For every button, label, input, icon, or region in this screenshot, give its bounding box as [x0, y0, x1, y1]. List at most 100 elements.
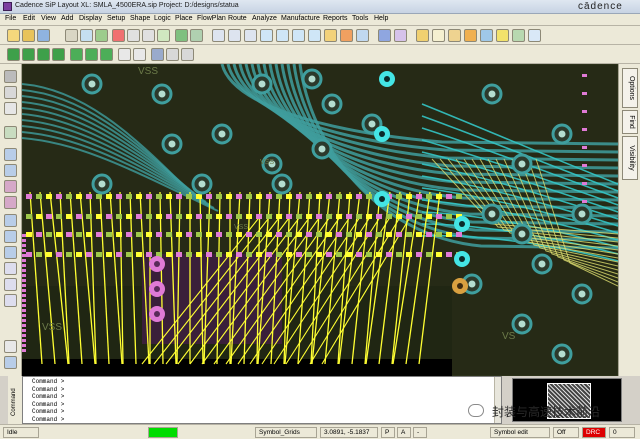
vertex-icon[interactable] — [70, 48, 83, 61]
menu-shape[interactable]: Shape — [130, 15, 150, 22]
pick-icon[interactable] — [157, 29, 170, 42]
menu-logic[interactable]: Logic — [154, 15, 171, 22]
layout-canvas[interactable]: VSS VSS VSS VSS VS — [22, 64, 618, 376]
menu-analyze[interactable]: Analyze — [252, 15, 277, 22]
bond-pad — [196, 194, 202, 199]
edge-pad — [22, 239, 26, 242]
menu-add[interactable]: Add — [61, 15, 73, 22]
delete-icon[interactable] — [112, 29, 125, 42]
tab-find[interactable]: Find — [622, 110, 638, 134]
menu-flowplan[interactable]: FlowPlan — [197, 15, 226, 22]
via-hole — [518, 160, 526, 168]
save-icon[interactable] — [37, 29, 50, 42]
menu-edit[interactable]: Edit — [23, 15, 35, 22]
text-icon[interactable] — [118, 48, 131, 61]
select-icon[interactable] — [4, 70, 17, 83]
move-icon[interactable] — [65, 29, 78, 42]
zoom-prev-icon[interactable] — [292, 29, 305, 42]
dimension-icon[interactable] — [151, 48, 164, 61]
menu-view[interactable]: View — [41, 15, 56, 22]
frame-icon[interactable] — [4, 356, 17, 369]
menu-file[interactable]: File — [5, 15, 16, 22]
menu-setup[interactable]: Setup — [107, 15, 125, 22]
layer-icon[interactable] — [378, 29, 391, 42]
menu-display[interactable]: Display — [79, 15, 102, 22]
via-icon[interactable] — [4, 180, 17, 193]
route-icon[interactable] — [4, 164, 17, 177]
fingers-icon[interactable] — [4, 246, 17, 259]
arc-icon[interactable] — [4, 126, 17, 139]
property-icon[interactable] — [480, 29, 493, 42]
pattern-icon[interactable] — [4, 278, 17, 291]
tab-visibility[interactable]: Visibility — [622, 136, 638, 180]
shape-icon[interactable] — [95, 29, 108, 42]
net-icon[interactable] — [4, 294, 17, 307]
bond-pad — [26, 214, 32, 219]
pin-icon[interactable] — [190, 29, 203, 42]
via-hole — [278, 180, 286, 188]
highlight-icon[interactable] — [416, 29, 429, 42]
die-icon[interactable] — [4, 214, 17, 227]
line-icon[interactable] — [133, 48, 146, 61]
menu-tools[interactable]: Tools — [352, 15, 368, 22]
open-folder-icon[interactable] — [22, 29, 35, 42]
measure-icon[interactable] — [448, 29, 461, 42]
zoom-out-icon[interactable] — [276, 29, 289, 42]
bond-pad — [146, 252, 152, 257]
polygon-icon[interactable] — [4, 102, 17, 115]
zoom-in-icon[interactable] — [260, 29, 273, 42]
shadow-icon[interactable] — [340, 29, 353, 42]
console-line: Command > — [32, 400, 65, 408]
slide-icon[interactable] — [22, 48, 35, 61]
copy-icon[interactable] — [80, 29, 93, 42]
bond-pad — [146, 214, 152, 219]
menu-reports[interactable]: Reports — [323, 15, 348, 22]
edge-pad — [22, 289, 26, 292]
pcb-layout[interactable]: VSS VSS VSS VSS VS — [22, 64, 618, 376]
bond-pad — [326, 232, 332, 237]
custom-smooth-icon[interactable] — [52, 48, 65, 61]
command-console[interactable]: Command > Command > Command > Command > … — [22, 376, 502, 424]
new-file-icon[interactable] — [7, 29, 20, 42]
bond-pad — [226, 232, 232, 237]
edge-pad — [22, 319, 26, 322]
window-icon[interactable] — [228, 29, 241, 42]
create-fanout-icon[interactable] — [85, 48, 98, 61]
redo-icon[interactable] — [142, 29, 155, 42]
status-state: Idle — [3, 427, 39, 438]
refresh-icon[interactable] — [324, 29, 337, 42]
menu-route[interactable]: Route — [228, 15, 247, 22]
add-connect-icon[interactable] — [7, 48, 20, 61]
zoom-fit-icon[interactable] — [244, 29, 257, 42]
snap-icon[interactable] — [175, 29, 188, 42]
menu-place[interactable]: Place — [175, 15, 193, 22]
grid-icon[interactable] — [212, 29, 225, 42]
bond-pad — [246, 194, 252, 199]
line-draw-icon[interactable] — [4, 340, 17, 353]
ring-icon[interactable] — [4, 262, 17, 275]
menu-manufacture[interactable]: Manufacture — [281, 15, 320, 22]
rect-icon[interactable] — [4, 86, 17, 99]
fix-icon[interactable] — [166, 48, 179, 61]
dehighlight-icon[interactable] — [432, 29, 445, 42]
drc-icon[interactable] — [464, 29, 477, 42]
cline-icon[interactable] — [4, 148, 17, 161]
bondwire-icon[interactable] — [4, 196, 17, 209]
color-icon[interactable] — [394, 29, 407, 42]
bga-icon[interactable] — [4, 230, 17, 243]
zoom-world-icon[interactable] — [308, 29, 321, 42]
report-icon[interactable] — [512, 29, 525, 42]
show-element-icon[interactable] — [496, 29, 509, 42]
via-hole — [308, 75, 316, 83]
undo-icon[interactable] — [127, 29, 140, 42]
delay-tune-icon[interactable] — [37, 48, 50, 61]
wirebond-icon[interactable] — [100, 48, 113, 61]
watermark: 封装与高速技术前沿 — [462, 400, 640, 422]
3d-view-icon[interactable] — [356, 29, 369, 42]
bond-pad — [256, 214, 262, 219]
bond-pad — [286, 252, 292, 257]
database-icon[interactable] — [528, 29, 541, 42]
unfix-icon[interactable] — [181, 48, 194, 61]
tab-options[interactable]: Options — [622, 68, 638, 108]
menu-help[interactable]: Help — [374, 15, 388, 22]
